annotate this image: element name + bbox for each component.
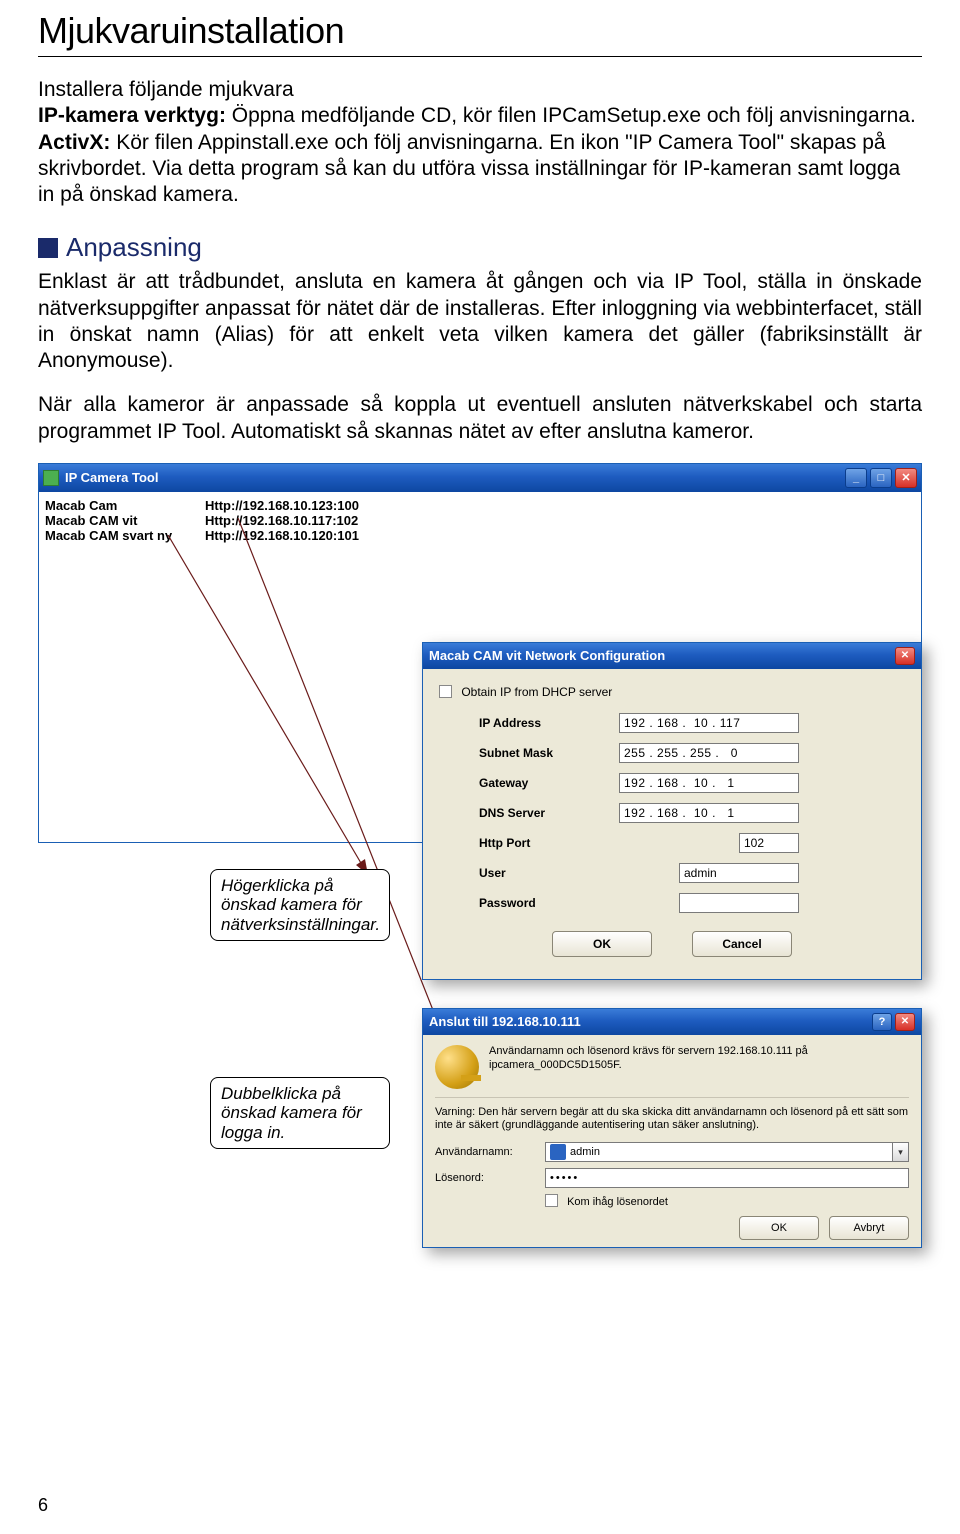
input-mask[interactable] bbox=[619, 743, 799, 763]
close-button[interactable]: ✕ bbox=[895, 468, 917, 488]
auth-title-text: Anslut till 192.168.10.111 bbox=[429, 1014, 581, 1029]
label-ip: IP Address bbox=[479, 716, 619, 730]
camera-name: Macab CAM vit bbox=[45, 513, 205, 528]
input-password[interactable] bbox=[679, 893, 799, 913]
camera-url: Http://192.168.10.120:101 bbox=[205, 528, 359, 543]
label-dns: DNS Server bbox=[479, 806, 619, 820]
remember-label: Kom ihåg lösenordet bbox=[567, 1196, 668, 1208]
input-port[interactable] bbox=[739, 833, 799, 853]
maximize-button[interactable]: □ bbox=[870, 468, 892, 488]
intro-line1: Installera följande mjukvara bbox=[38, 77, 922, 103]
input-dns[interactable] bbox=[619, 803, 799, 823]
tool-app-icon bbox=[43, 470, 59, 486]
input-ip[interactable] bbox=[619, 713, 799, 733]
network-config-dialog: Macab CAM vit Network Configuration ✕ Ob… bbox=[422, 642, 922, 980]
auth-pass-input[interactable] bbox=[545, 1168, 909, 1188]
cancel-button[interactable]: Avbryt bbox=[829, 1216, 909, 1240]
input-user[interactable] bbox=[679, 863, 799, 883]
label-gateway: Gateway bbox=[479, 776, 619, 790]
screenshot-composite: IP Camera Tool _ □ ✕ Macab Cam Http://19… bbox=[38, 463, 922, 1248]
close-icon[interactable]: ✕ bbox=[895, 1013, 915, 1031]
callout-double-click: Dubbelklicka på önskad kamera för logga … bbox=[210, 1077, 390, 1150]
checkbox-icon[interactable] bbox=[439, 685, 452, 698]
remember-row[interactable]: Kom ihåg lösenordet bbox=[545, 1194, 909, 1208]
intro-tool-text: Öppna medföljande CD, kör filen IPCamSet… bbox=[226, 104, 916, 127]
section-heading: Anpassning bbox=[38, 232, 922, 263]
input-gateway[interactable] bbox=[619, 773, 799, 793]
ok-button[interactable]: OK bbox=[552, 931, 652, 957]
auth-message: Användarnamn och lösenord krävs för serv… bbox=[489, 1045, 909, 1089]
auth-titlebar[interactable]: Anslut till 192.168.10.111 ? ✕ bbox=[423, 1009, 921, 1035]
intro-tool-label: IP-kamera verktyg: bbox=[38, 104, 226, 127]
dhcp-checkbox-row[interactable]: Obtain IP from DHCP server bbox=[439, 685, 905, 699]
auth-user-combo[interactable]: admin ▾ bbox=[545, 1142, 909, 1162]
close-icon[interactable]: ✕ bbox=[895, 647, 915, 665]
dhcp-label: Obtain IP from DHCP server bbox=[461, 685, 612, 699]
user-icon bbox=[550, 1144, 566, 1160]
paragraph-2: När alla kameror är anpassade så koppla … bbox=[38, 392, 922, 445]
title-rule bbox=[38, 56, 922, 57]
label-port: Http Port bbox=[479, 836, 619, 850]
tool-row[interactable]: Macab CAM svart ny Http://192.168.10.120… bbox=[45, 528, 915, 543]
page-number: 6 bbox=[38, 1495, 48, 1516]
cancel-button[interactable]: Cancel bbox=[692, 931, 792, 957]
intro-activx-text: Kör filen Appinstall.exe och följ anvisn… bbox=[38, 131, 900, 207]
camera-url: Http://192.168.10.117:102 bbox=[205, 513, 358, 528]
tool-row[interactable]: Macab Cam Http://192.168.10.123:100 bbox=[45, 498, 915, 513]
paragraph-1: Enklast är att trådbundet, ansluta en ka… bbox=[38, 269, 922, 374]
section-heading-text: Anpassning bbox=[66, 232, 202, 262]
netcfg-title-text: Macab CAM vit Network Configuration bbox=[429, 648, 665, 663]
ok-button[interactable]: OK bbox=[739, 1216, 819, 1240]
tool-body: Macab Cam Http://192.168.10.123:100 Maca… bbox=[39, 492, 921, 549]
auth-user-value: admin bbox=[570, 1146, 892, 1158]
intro-block: Installera följande mjukvara IP-kamera v… bbox=[38, 77, 922, 208]
chevron-down-icon[interactable]: ▾ bbox=[892, 1143, 908, 1161]
tool-row[interactable]: Macab CAM vit Http://192.168.10.117:102 bbox=[45, 513, 915, 528]
page-title: Mjukvaruinstallation bbox=[38, 10, 922, 52]
camera-name: Macab CAM svart ny bbox=[45, 528, 205, 543]
help-icon[interactable]: ? bbox=[872, 1013, 892, 1031]
camera-name: Macab Cam bbox=[45, 498, 205, 513]
section-square-icon bbox=[38, 238, 58, 258]
minimize-button[interactable]: _ bbox=[845, 468, 867, 488]
keys-icon bbox=[435, 1045, 479, 1089]
camera-url: Http://192.168.10.123:100 bbox=[205, 498, 359, 513]
label-user: User bbox=[479, 866, 619, 880]
auth-user-label: Användarnamn: bbox=[435, 1146, 545, 1158]
netcfg-titlebar[interactable]: Macab CAM vit Network Configuration ✕ bbox=[423, 643, 921, 669]
callout-right-click: Högerklicka på önskad kamera för nätverk… bbox=[210, 869, 390, 942]
label-password: Password bbox=[479, 896, 619, 910]
intro-activx-label: ActivX: bbox=[38, 131, 110, 154]
auth-dialog: Anslut till 192.168.10.111 ? ✕ Användarn… bbox=[422, 1008, 922, 1248]
label-mask: Subnet Mask bbox=[479, 746, 619, 760]
tool-titlebar[interactable]: IP Camera Tool _ □ ✕ bbox=[39, 464, 921, 492]
checkbox-icon[interactable] bbox=[545, 1194, 558, 1207]
auth-pass-label: Lösenord: bbox=[435, 1172, 545, 1184]
tool-title-text: IP Camera Tool bbox=[65, 470, 158, 485]
auth-warning: Varning: Den här servern begär att du sk… bbox=[435, 1106, 909, 1132]
